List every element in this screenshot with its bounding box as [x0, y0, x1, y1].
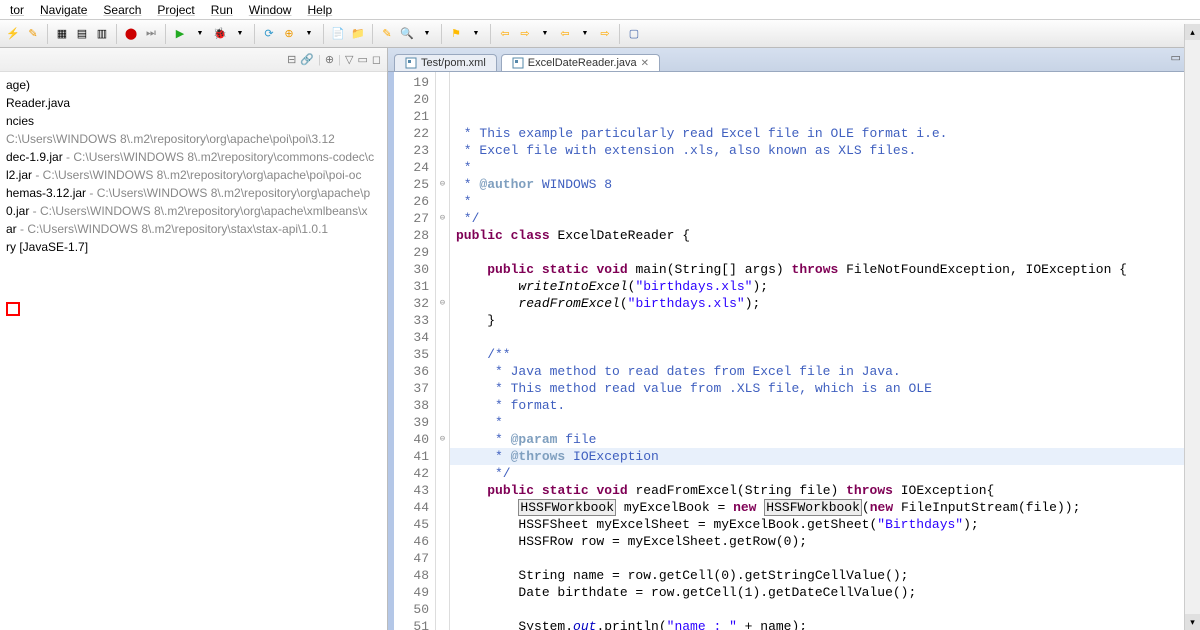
tree-node[interactable]: dec-1.9.jar - C:\Users\WINDOWS 8\.m2\rep… [6, 148, 381, 166]
tree-node[interactable]: age) [6, 76, 381, 94]
error-marker [6, 302, 20, 316]
menu-run[interactable]: Run [203, 1, 241, 19]
tree-node[interactable]: hemas-3.12.jar - C:\Users\WINDOWS 8\.m2\… [6, 184, 381, 202]
tree-node[interactable]: Reader.java [6, 94, 381, 112]
view-toolbar: ⊟ 🔗 | ⊕ | ▽ ▭ ◻ [0, 48, 387, 72]
minimize-icon[interactable]: ▭ [1170, 51, 1180, 64]
toolbar-btn[interactable]: ▦ [53, 25, 71, 43]
menu-help[interactable]: Help [299, 1, 340, 19]
code-content[interactable]: * This example particularly read Excel f… [450, 72, 1200, 630]
editor-tab[interactable]: ExcelDateReader.java ✕ [501, 54, 660, 71]
toolbar-dropdown-icon[interactable]: ▼ [231, 25, 249, 43]
toolbar-btn[interactable]: ⚑ [447, 25, 465, 43]
editor-tab[interactable]: Test/pom.xml [394, 54, 497, 71]
package-explorer: ⊟ 🔗 | ⊕ | ▽ ▭ ◻ age)Reader.javanciesC:\U… [0, 48, 388, 630]
toolbar-dropdown-icon[interactable]: ▼ [467, 25, 485, 43]
tree-node[interactable]: ncies [6, 112, 381, 130]
file-icon [405, 57, 417, 69]
minimize-icon[interactable]: ▭ [357, 53, 367, 66]
menu-search[interactable]: Search [95, 1, 149, 19]
toolbar-btn[interactable]: ⇦ [556, 25, 574, 43]
focus-icon[interactable]: ⊕ [325, 53, 334, 66]
toolbar-btn[interactable]: ✎ [24, 25, 42, 43]
scroll-up-icon[interactable]: ▴ [1185, 24, 1200, 40]
debug-button[interactable]: 🐞 [211, 25, 229, 43]
run-button[interactable]: ▶ [171, 25, 189, 43]
fold-gutter[interactable]: ⊖⊖⊖⊖ [436, 72, 450, 630]
menu-tor[interactable]: tor [2, 1, 32, 19]
toolbar-btn[interactable]: ⊕ [280, 25, 298, 43]
tree-node[interactable]: C:\Users\WINDOWS 8\.m2\repository\org\ap… [6, 130, 381, 148]
toolbar-btn[interactable]: ⇨ [596, 25, 614, 43]
tab-label: ExcelDateReader.java [528, 57, 637, 69]
toolbar-dropdown-icon[interactable]: ▼ [300, 25, 318, 43]
line-numbers: 1920212223242526272829303132333435363738… [394, 72, 436, 630]
toolbar-btn[interactable]: ⏭ [142, 25, 160, 43]
tree-node[interactable]: l2.jar - C:\Users\WINDOWS 8\.m2\reposito… [6, 166, 381, 184]
editor-area: Test/pom.xmlExcelDateReader.java✕ ▭ ◻ 19… [388, 48, 1200, 630]
collapse-all-icon[interactable]: ⊟ [287, 53, 296, 66]
menu-navigate[interactable]: Navigate [32, 1, 95, 19]
toolbar-btn[interactable]: ▤ [73, 25, 91, 43]
tree-node[interactable]: 0.jar - C:\Users\WINDOWS 8\.m2\repositor… [6, 202, 381, 220]
forward-button[interactable]: ⇨ [516, 25, 534, 43]
tab-label: Test/pom.xml [421, 57, 486, 69]
close-tab-icon[interactable]: ✕ [641, 58, 649, 69]
toolbar-btn[interactable]: 📄 [329, 25, 347, 43]
toolbar-btn[interactable]: ⟳ [260, 25, 278, 43]
toolbar-btn[interactable]: ⚡ [4, 25, 22, 43]
tree-node[interactable]: ry [JavaSE-1.7] [6, 238, 381, 256]
menu-project[interactable]: Project [149, 1, 202, 19]
toolbar-btn[interactable]: 🔍 [398, 25, 416, 43]
menu-bar: torNavigateSearchProjectRunWindowHelp [0, 0, 1200, 20]
toolbar-btn[interactable]: 📁 [349, 25, 367, 43]
toolbar-dropdown-icon[interactable]: ▼ [191, 25, 209, 43]
toolbar-dropdown-icon[interactable]: ▼ [536, 25, 554, 43]
editor-tabs: Test/pom.xmlExcelDateReader.java✕ ▭ ◻ [388, 48, 1200, 72]
toolbar-btn[interactable]: ⬤ [122, 25, 140, 43]
toolbar-btn[interactable]: ▢ [625, 25, 643, 43]
menu-window[interactable]: Window [241, 1, 300, 19]
toolbar-dropdown-icon[interactable]: ▼ [576, 25, 594, 43]
view-menu-icon[interactable]: ▽ [345, 53, 353, 66]
tree-content[interactable]: age)Reader.javanciesC:\Users\WINDOWS 8\.… [0, 72, 387, 325]
file-icon [512, 57, 524, 69]
toolbar-btn[interactable]: ✎ [378, 25, 396, 43]
maximize-icon[interactable]: ◻ [372, 53, 381, 66]
toolbar-btn[interactable]: ▥ [93, 25, 111, 43]
toolbar-dropdown-icon[interactable]: ▼ [418, 25, 436, 43]
toolbar: ⚡ ✎ ▦ ▤ ▥ ⬤ ⏭ ▶ ▼ 🐞 ▼ ⟳ ⊕ ▼ 📄 📁 ✎ 🔍 ▼ ⚑ … [0, 20, 1200, 48]
code-editor[interactable]: 1920212223242526272829303132333435363738… [388, 72, 1200, 630]
link-icon[interactable]: 🔗 [300, 53, 314, 66]
tree-node[interactable]: ar - C:\Users\WINDOWS 8\.m2\repository\s… [6, 220, 381, 238]
back-button[interactable]: ⇦ [496, 25, 514, 43]
